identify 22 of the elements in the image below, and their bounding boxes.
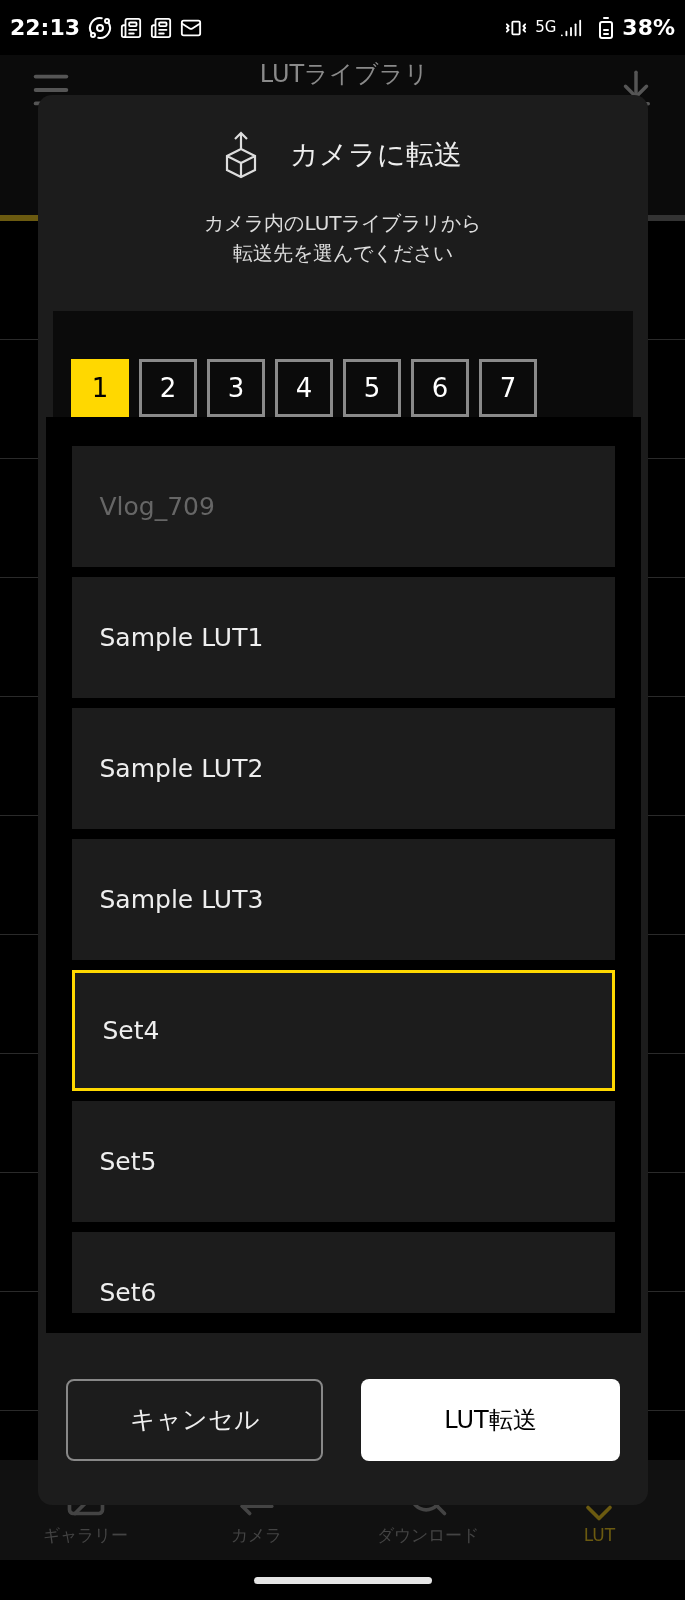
lut-item[interactable]: Sample LUT3 [71, 839, 615, 960]
network-type: 5G [535, 17, 557, 39]
slot-tab[interactable]: 2 [139, 359, 197, 417]
slot-tab[interactable]: 7 [479, 359, 537, 417]
slot-tab[interactable]: 1 [71, 359, 129, 417]
dialog-title: カメラに転送 [290, 137, 462, 173]
slot-tab[interactable]: 5 [343, 359, 401, 417]
slot-tab[interactable]: 3 [207, 359, 265, 417]
lut-item[interactable]: Sample LUT2 [71, 708, 615, 829]
dialog-message: 転送先を選んでください [233, 240, 453, 267]
status-time: 22:13 [10, 14, 81, 42]
lut-item[interactable]: Set5 [71, 1101, 615, 1222]
transfer-button[interactable]: LUT転送 [361, 1379, 620, 1461]
lut-item[interactable]: Set4 [71, 970, 615, 1091]
slot-tab[interactable]: 4 [275, 359, 333, 417]
lut-item[interactable]: Sample LUT1 [71, 577, 615, 698]
cancel-button[interactable]: キャンセル [66, 1379, 323, 1461]
battery-level: 38% [622, 14, 675, 42]
slot-tab[interactable]: 6 [411, 359, 469, 417]
lut-item[interactable]: Set6 [71, 1232, 615, 1313]
dialog-message: カメラ内のLUTライブラリから [204, 210, 482, 237]
page-title: LUTライブラリ [259, 61, 430, 87]
